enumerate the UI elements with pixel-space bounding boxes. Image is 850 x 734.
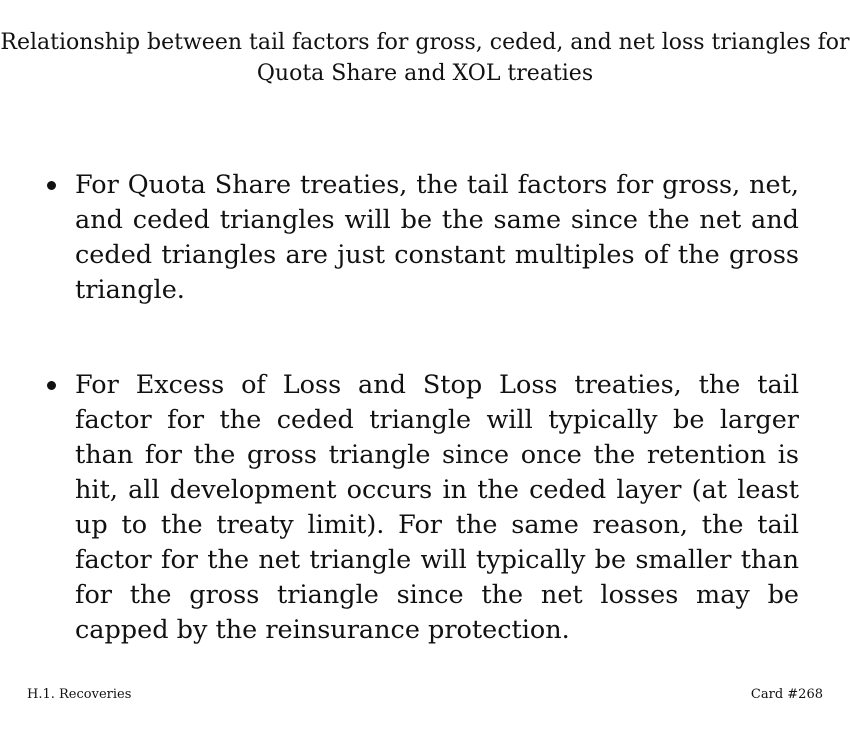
bullet-dot-icon bbox=[47, 381, 56, 390]
bullet-item-quota-share: For Quota Share treaties, the tail facto… bbox=[47, 168, 799, 308]
section-label: H.1. Recoveries bbox=[27, 687, 132, 702]
bullet-text: For Excess of Loss and Stop Loss treatie… bbox=[75, 370, 799, 645]
card-number: Card #268 bbox=[750, 687, 823, 702]
card-title: Relationship between tail factors for gr… bbox=[0, 30, 850, 86]
bullet-item-excess-of-loss: For Excess of Loss and Stop Loss treatie… bbox=[47, 368, 799, 648]
flashcard: Relationship between tail factors for gr… bbox=[0, 0, 850, 734]
bullet-dot-icon bbox=[47, 181, 56, 190]
bullet-text: For Quota Share treaties, the tail facto… bbox=[75, 170, 799, 305]
